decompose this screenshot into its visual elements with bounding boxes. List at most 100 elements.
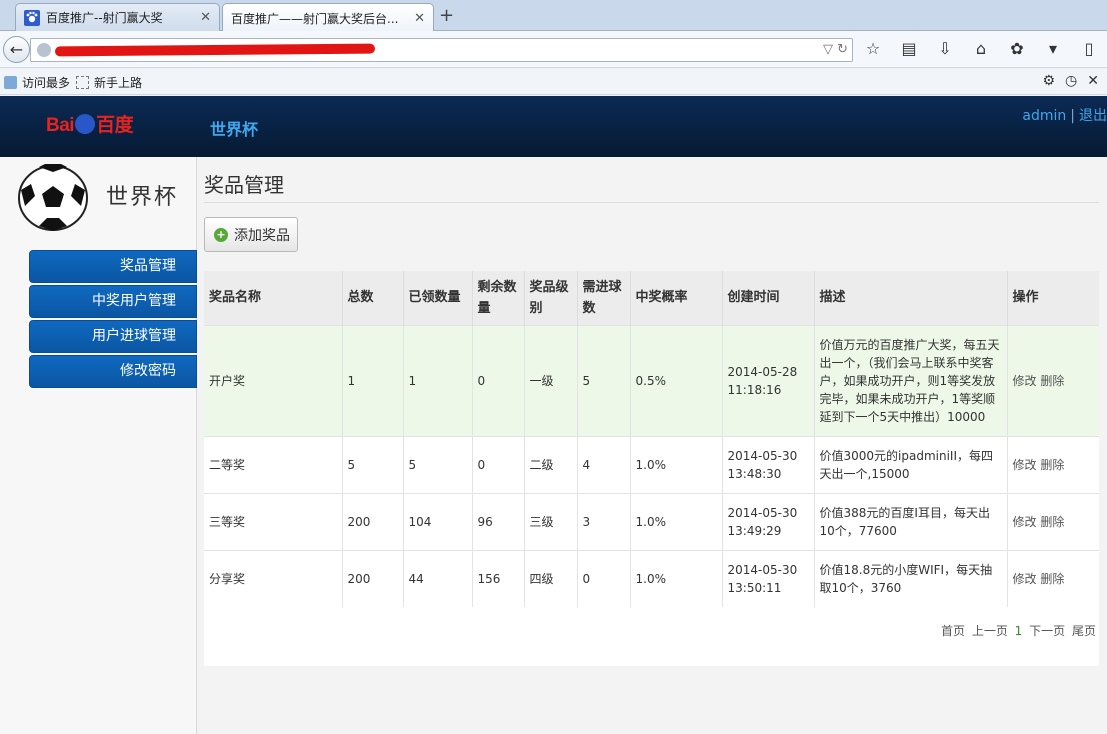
download-icon[interactable]: ⇩ [934,39,956,58]
delete-link[interactable]: 删除 [1040,458,1064,472]
table-row: 二等奖 5 5 0 二级 4 1.0% 2014-05-30 13:48:30 … [204,435,1099,493]
prize-table-panel: 奖品名称 总数 已领数量 剩余数量 奖品级别 需进球数 中奖概率 创建时间 描述… [204,271,1099,666]
title-divider [204,202,1099,203]
prize-name-cell: 开户奖 [204,324,342,436]
edit-link[interactable]: 修改 [1013,515,1037,529]
column-header: 中奖概率 [629,271,722,325]
column-header: 需进球数 [576,271,630,325]
add-plus-icon: + [214,227,228,242]
user-box: admin | 退出 [1022,105,1107,125]
column-header: 操作 [1006,271,1099,325]
bookmark-tools: ⚙ ◷ ✕ [1042,73,1099,89]
reload-icon[interactable]: ▽ ↻ [823,42,848,57]
pager-current: 1 [1014,624,1023,638]
new-tab-icon[interactable]: + [439,5,454,26]
level-cell: 四级 [523,549,577,607]
pager-first[interactable]: 首页 [941,624,965,638]
prize-name-cell: 二等奖 [204,435,342,493]
close-sidebar-icon[interactable]: ✕ [1087,73,1099,89]
claimed-cell: 1 [402,324,472,436]
address-bar[interactable]: ▽ ↻ [30,38,853,62]
close-tab-icon[interactable]: ✕ [200,10,211,25]
created-cell: 2014-05-30 13:50:11 [721,549,814,607]
bookmark-page-icon [76,76,89,89]
bookmark-label: 新手上路 [94,76,143,90]
sidebar-item-change-password[interactable]: 修改密码 [29,355,197,388]
page-icon[interactable]: ▯ [1078,39,1100,58]
close-tab-icon[interactable]: ✕ [414,11,425,26]
pager-last[interactable]: 尾页 [1072,624,1096,638]
home-icon[interactable]: ⌂ [970,39,992,58]
prize-table: 奖品名称 总数 已领数量 剩余数量 奖品级别 需进球数 中奖概率 创建时间 描述… [204,271,1099,607]
delete-link[interactable]: 删除 [1040,374,1064,388]
baidu-favicon-icon [24,9,40,26]
reading-list-icon[interactable]: ▤ [898,39,920,58]
table-header-row: 奖品名称 总数 已领数量 剩余数量 奖品级别 需进球数 中奖概率 创建时间 描述… [204,271,1099,325]
pager-next[interactable]: 下一页 [1029,624,1065,638]
actions-cell: 修改 删除 [1006,435,1099,493]
delete-link[interactable]: 删除 [1040,572,1064,586]
username-link[interactable]: admin [1022,108,1066,124]
remaining-cell: 156 [471,549,524,607]
delete-link[interactable]: 删除 [1040,515,1064,529]
browser-tab-2[interactable]: 百度推广——射门赢大奖后台... ✕ [222,3,434,32]
goals-cell: 0 [576,549,630,607]
logo-text-right: 百度 [96,115,134,136]
actions-cell: 修改 删除 [1006,549,1099,607]
description-cell: 价值3000元的ipadminiII，每四天出一个,15000 [813,435,1007,493]
redacted-url [54,43,376,57]
column-header: 剩余数量 [471,271,524,325]
description-cell: 价值18.8元的小度WIFI，每天抽取10个，3760 [813,549,1007,607]
baidu-logo[interactable]: Bai 百度 [46,110,134,137]
remaining-cell: 96 [471,492,524,550]
created-cell: 2014-05-28 11:18:16 [721,324,814,436]
sidebar-item-prize-management[interactable]: 奖品管理 [29,250,197,283]
back-arrow-icon[interactable]: ← [3,36,30,63]
column-header: 创建时间 [721,271,814,325]
logout-link[interactable]: 退出 [1079,108,1107,124]
tab-title: 百度推广--射门赢大奖 [46,11,163,25]
tab-title: 百度推广——射门赢大奖后台... [231,11,399,26]
column-header: 总数 [341,271,403,325]
edit-link[interactable]: 修改 [1013,458,1037,472]
prize-name-cell: 分享奖 [204,549,342,607]
actions-cell: 修改 删除 [1006,492,1099,550]
gear-icon[interactable]: ⚙ [1042,73,1055,89]
bookmark-getting-started[interactable]: 新手上路 [76,74,142,91]
column-header: 描述 [813,271,1007,325]
pager-prev[interactable]: 上一页 [972,624,1008,638]
bookmark-star-icon[interactable]: ☆ [862,39,884,58]
total-cell: 5 [341,435,403,493]
add-prize-button[interactable]: + 添加奖品 [204,217,298,252]
table-row: 开户奖 1 1 0 一级 5 0.5% 2014-05-28 11:18:16 … [204,324,1099,436]
rate-cell: 1.0% [629,549,722,607]
sidebar: 世界杯 奖品管理 中奖用户管理 用户进球管理 修改密码 [0,157,197,734]
page-title: 奖品管理 [204,173,284,197]
main-content: 奖品管理 + 添加奖品 奖品名称 总数 已领数量 剩余数量 奖品级别 需进球数 … [197,157,1107,734]
extension-icon[interactable]: ✿ [1006,39,1028,58]
edit-link[interactable]: 修改 [1013,572,1037,586]
column-header: 已领数量 [402,271,472,325]
sidebar-item-goal-management[interactable]: 用户进球管理 [29,320,197,353]
level-cell: 一级 [523,324,577,436]
edit-link[interactable]: 修改 [1013,374,1037,388]
browser-tab-1[interactable]: 百度推广--射门赢大奖 ✕ [15,3,220,31]
goals-cell: 3 [576,492,630,550]
total-cell: 200 [341,492,403,550]
browser-nav-bar: ← ▽ ↻ ☆ ▤ ⇩ ⌂ ✿ ▾ ▯ ▾ [0,31,1107,68]
actions-cell: 修改 删除 [1006,324,1099,436]
site-name: 世界杯 [106,185,179,210]
bookmark-most-visited[interactable]: 访问最多 [4,74,70,91]
total-cell: 200 [341,549,403,607]
menu-dropdown-icon[interactable]: ▾ [1042,39,1064,58]
header-brand[interactable]: 世界杯 [210,116,258,140]
created-cell: 2014-05-30 13:48:30 [721,435,814,493]
history-clock-icon[interactable]: ◷ [1065,73,1077,89]
rate-cell: 1.0% [629,435,722,493]
browser-tab-bar: 百度推广--射门赢大奖 ✕ 百度推广——射门赢大奖后台... ✕ + [0,0,1107,32]
total-cell: 1 [341,324,403,436]
remaining-cell: 0 [471,435,524,493]
sidebar-item-winner-management[interactable]: 中奖用户管理 [29,285,197,318]
prize-name-cell: 三等奖 [204,492,342,550]
add-prize-label: 添加奖品 [234,227,290,244]
